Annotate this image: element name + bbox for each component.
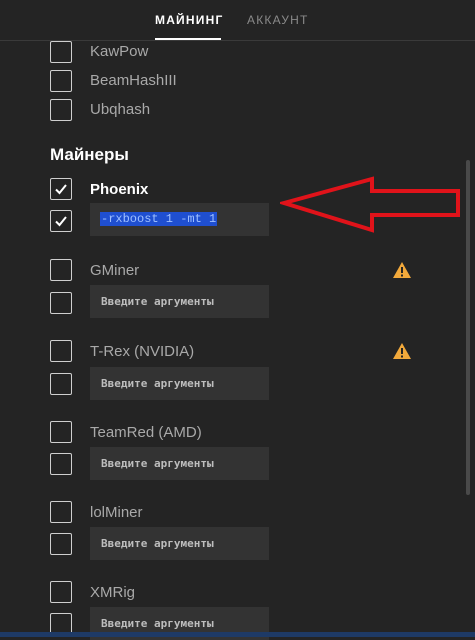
args-checkbox-teamred[interactable] — [50, 453, 72, 475]
args-input-placeholder: Введите аргументы — [101, 457, 214, 470]
miner-checkbox-gminer[interactable] — [50, 259, 72, 281]
checkmark-icon — [55, 184, 67, 195]
args-checkbox-gminer[interactable] — [50, 292, 72, 314]
miner-label: Phoenix — [90, 181, 149, 198]
miner-checkbox-teamred[interactable] — [50, 421, 72, 443]
args-input-gminer[interactable]: Введите аргументы — [90, 285, 269, 318]
algorithm-label: BeamHashIII — [90, 72, 177, 89]
args-checkbox-trex[interactable] — [50, 373, 72, 395]
args-input-value: -rxboost 1 -mt 1 — [100, 212, 218, 226]
annotation-arrow-icon — [280, 176, 460, 233]
args-input-placeholder: Введите аргументы — [101, 537, 214, 550]
args-input-placeholder: Введите аргументы — [101, 617, 214, 630]
miner-label: lolMiner — [90, 504, 143, 521]
miner-label: T-Rex (NVIDIA) — [90, 343, 195, 360]
algorithm-checkbox-ubqhash[interactable] — [50, 99, 72, 121]
args-input-placeholder: Введите аргументы — [101, 377, 214, 390]
miner-checkbox-trex[interactable] — [50, 340, 72, 362]
args-input-phoenix[interactable]: -rxboost 1 -mt 1 — [90, 203, 269, 236]
algorithm-label: Ubqhash — [90, 101, 151, 118]
algorithm-checkbox-kawpow[interactable] — [50, 41, 72, 63]
miner-checkbox-phoenix[interactable] — [50, 178, 72, 200]
warning-icon[interactable] — [392, 342, 412, 360]
miner-checkbox-lolminer[interactable] — [50, 501, 72, 523]
bottom-edge — [0, 632, 475, 637]
tab-mining[interactable]: МАЙНИНГ — [155, 13, 223, 27]
args-input-placeholder: Введите аргументы — [101, 295, 214, 308]
miner-label: GMiner — [90, 262, 140, 279]
args-input-teamred[interactable]: Введите аргументы — [90, 447, 269, 480]
miner-checkbox-xmrig[interactable] — [50, 581, 72, 603]
miner-label: XMRig — [90, 584, 136, 601]
active-tab-indicator — [155, 38, 221, 40]
tab-account[interactable]: АККАУНТ — [247, 13, 308, 27]
args-input-trex[interactable]: Введите аргументы — [90, 367, 269, 400]
algorithm-checkbox-beamhash[interactable] — [50, 70, 72, 92]
algorithm-label: KawPow — [90, 43, 149, 60]
scrollbar[interactable] — [466, 160, 470, 495]
miners-section-title: Майнеры — [50, 145, 129, 164]
args-checkbox-phoenix[interactable] — [50, 210, 72, 232]
args-checkbox-lolminer[interactable] — [50, 533, 72, 555]
checkmark-icon — [55, 216, 67, 227]
tab-bar: МАЙНИНГ АККАУНТ — [0, 0, 475, 41]
args-input-lolminer[interactable]: Введите аргументы — [90, 527, 269, 560]
warning-icon[interactable] — [392, 261, 412, 279]
miner-label: TeamRed (AMD) — [90, 424, 202, 441]
